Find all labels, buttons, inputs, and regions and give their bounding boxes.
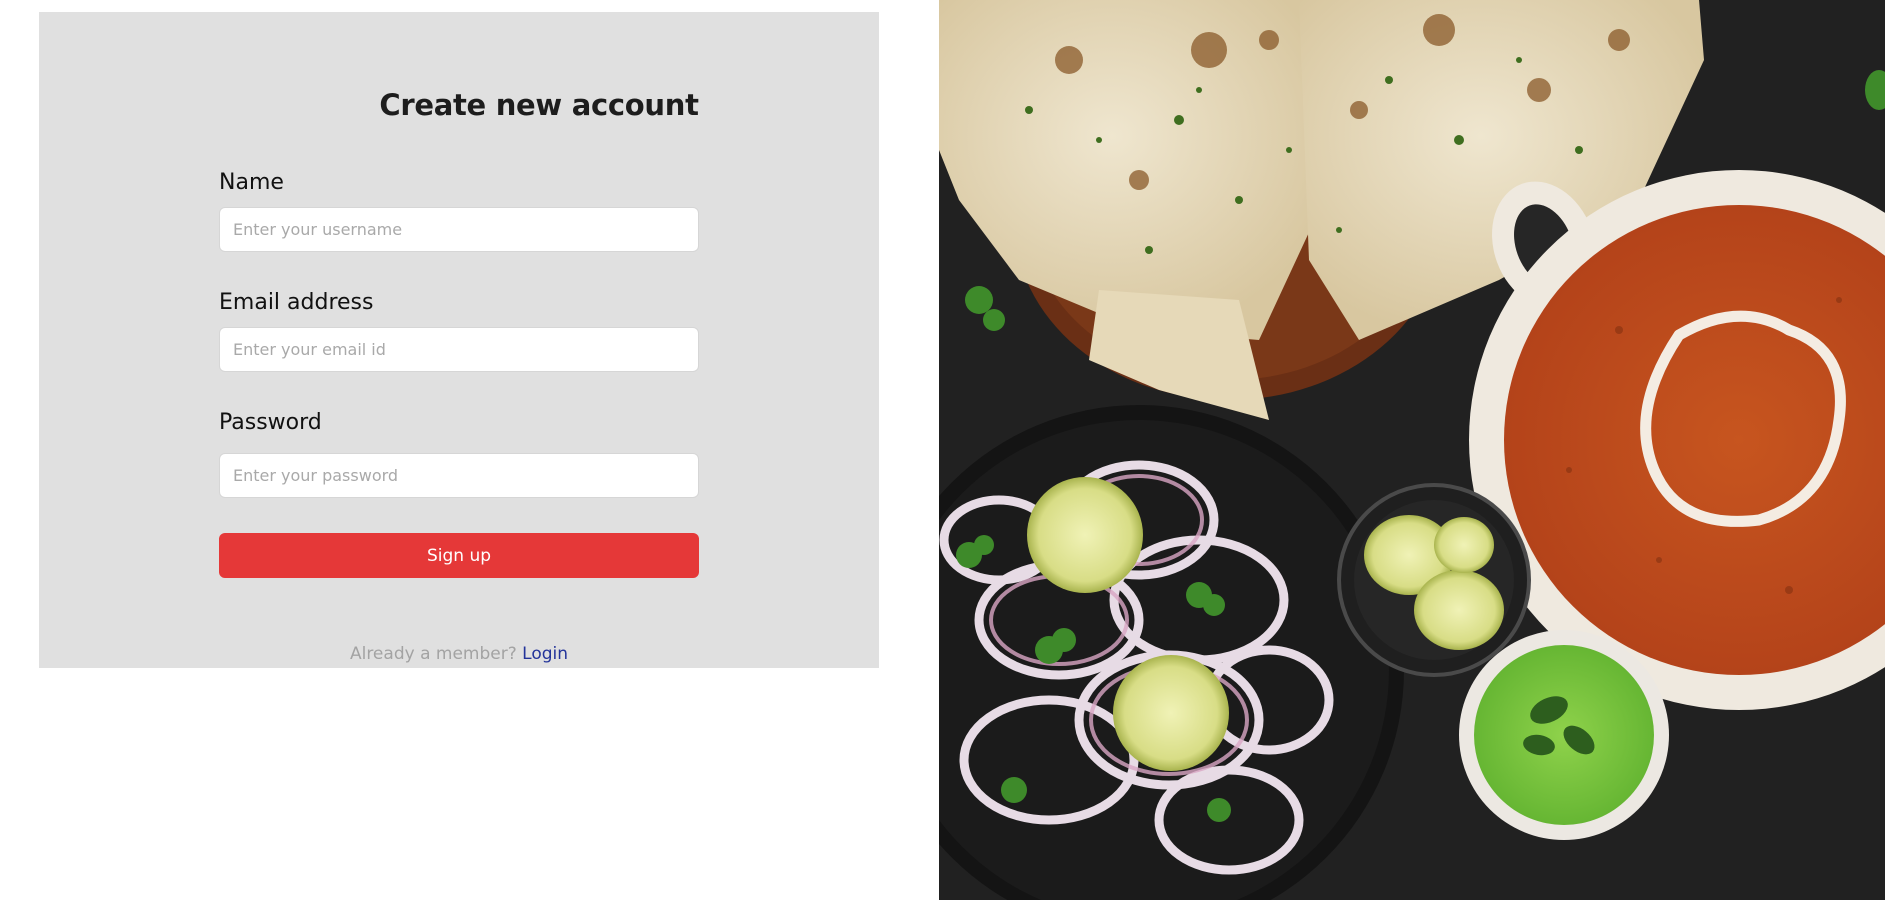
password-label: Password — [219, 410, 322, 435]
signup-form-card: Create new account Name Email address Pa… — [39, 12, 879, 668]
email-input[interactable] — [219, 327, 699, 372]
name-label: Name — [219, 170, 284, 195]
email-label: Email address — [219, 290, 374, 315]
signup-page: Create new account Name Email address Pa… — [0, 0, 1885, 900]
member-prompt-text: Already a member? — [349, 644, 517, 664]
form-title: Create new account — [379, 88, 699, 122]
food-photo-icon — [939, 0, 1885, 900]
login-prompt: Already a member? Login — [219, 644, 699, 664]
name-input[interactable] — [219, 207, 699, 252]
password-input[interactable] — [219, 453, 699, 498]
login-link[interactable]: Login — [522, 644, 568, 664]
signup-button[interactable]: Sign up — [219, 533, 699, 578]
